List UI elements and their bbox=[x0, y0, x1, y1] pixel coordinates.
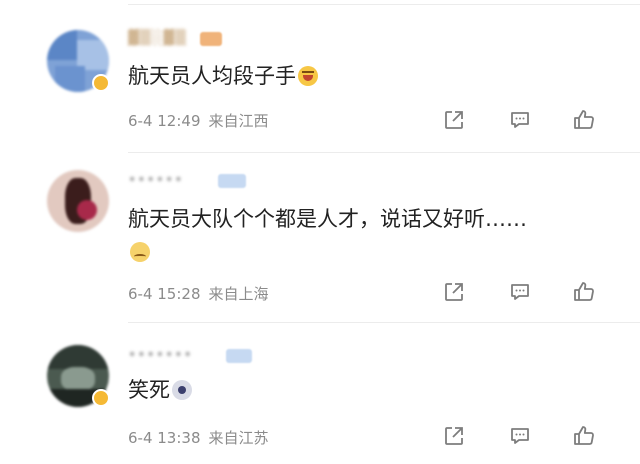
comment-location: 来自上海 bbox=[208, 285, 269, 303]
comment-emoji-line bbox=[128, 238, 150, 266]
share-icon bbox=[445, 427, 463, 445]
top-divider bbox=[128, 4, 640, 5]
comment-content: 航天员人均段子手 bbox=[128, 64, 296, 88]
comment-content: 航天员大队个个都是人才，说话又好听…… bbox=[128, 207, 527, 231]
comment-actions bbox=[442, 108, 612, 132]
share-button[interactable] bbox=[442, 424, 466, 448]
comment-button[interactable] bbox=[508, 108, 532, 132]
comment-button[interactable] bbox=[508, 280, 532, 304]
comment-meta: 6-4 13:38 来自江苏 bbox=[128, 427, 269, 448]
username[interactable]: ▓▒░▓▒ bbox=[128, 30, 192, 48]
comment-actions bbox=[442, 424, 612, 448]
user-badge bbox=[226, 349, 252, 363]
laughing-emoji-icon bbox=[298, 66, 318, 86]
comment-text: 笑死 bbox=[128, 376, 192, 404]
comment-button[interactable] bbox=[508, 424, 532, 448]
comment-location: 来自江苏 bbox=[208, 429, 269, 447]
like-button[interactable] bbox=[572, 424, 596, 448]
username[interactable]: •••••• bbox=[128, 172, 212, 190]
thumbs-up-icon bbox=[574, 110, 594, 129]
comment-content: 笑死 bbox=[128, 378, 170, 402]
comment-icon bbox=[511, 284, 529, 300]
user-badge bbox=[218, 174, 246, 188]
vip-badge bbox=[92, 74, 110, 92]
vip-badge bbox=[92, 389, 110, 407]
comment-meta: 6-4 15:28 来自上海 bbox=[128, 283, 269, 304]
username[interactable]: ••••••• bbox=[128, 347, 220, 365]
dog-emoji-icon bbox=[172, 380, 192, 400]
user-badge bbox=[200, 32, 222, 46]
like-button[interactable] bbox=[572, 280, 596, 304]
share-icon bbox=[445, 283, 463, 301]
comment-divider bbox=[128, 152, 640, 153]
avatar[interactable] bbox=[47, 170, 109, 232]
sweat-emoji-icon bbox=[130, 242, 150, 262]
share-button[interactable] bbox=[442, 108, 466, 132]
comment-icon bbox=[511, 112, 529, 128]
comment-divider bbox=[128, 322, 640, 323]
comment-time: 6-4 12:49 bbox=[128, 112, 201, 130]
share-button[interactable] bbox=[442, 280, 466, 304]
comment-icon bbox=[511, 428, 529, 444]
comment-location: 来自江西 bbox=[208, 112, 269, 130]
comment-actions bbox=[442, 280, 612, 304]
comment-time: 6-4 13:38 bbox=[128, 429, 201, 447]
comment-time: 6-4 15:28 bbox=[128, 285, 201, 303]
thumbs-up-icon bbox=[574, 282, 594, 301]
comment-meta: 6-4 12:49 来自江西 bbox=[128, 110, 269, 131]
comment-text: 航天员大队个个都是人才，说话又好听…… bbox=[128, 205, 527, 233]
thumbs-up-icon bbox=[574, 426, 594, 445]
comment-text: 航天员人均段子手 bbox=[128, 62, 318, 90]
share-icon bbox=[445, 111, 463, 129]
like-button[interactable] bbox=[572, 108, 596, 132]
